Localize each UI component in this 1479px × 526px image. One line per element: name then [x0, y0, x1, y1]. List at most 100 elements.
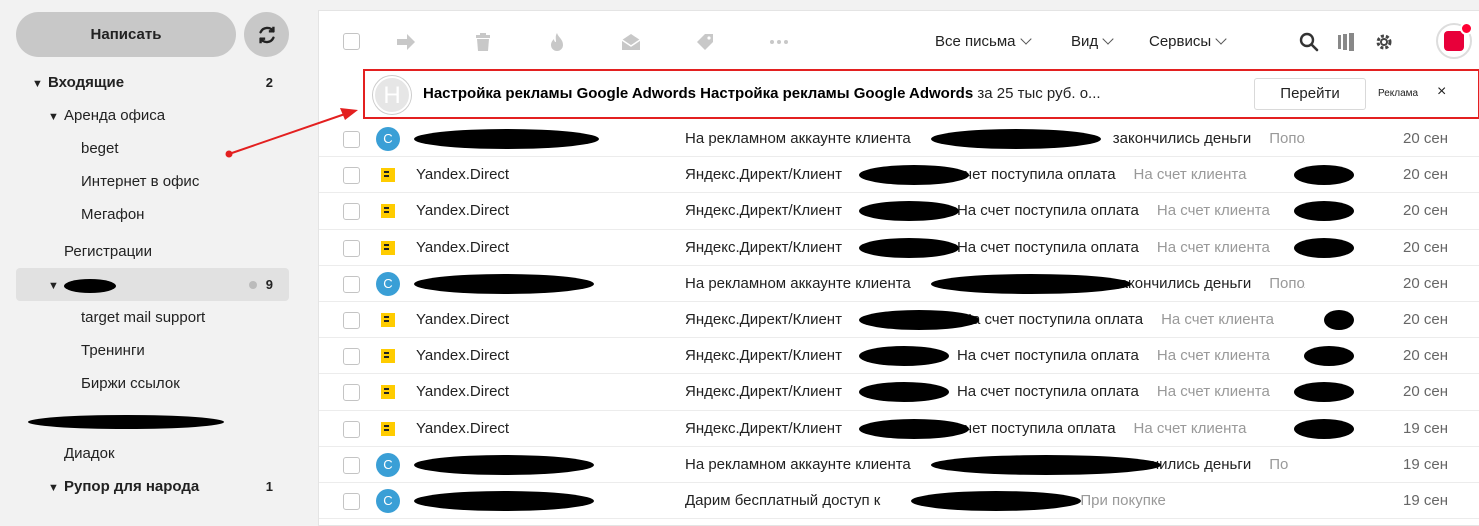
mark-read-icon[interactable] [620, 31, 642, 53]
email-row[interactable]: Yandex.Direct Яндекс.Директ/Клиент На счет… [319, 193, 1479, 230]
email-checkbox[interactable] [343, 384, 360, 402]
email-row[interactable]: Yandex.Direct Яндекс.Директ/Клиент На счет… [319, 230, 1479, 266]
close-icon[interactable]: × [1437, 83, 1446, 101]
unread-count: 1 [265, 479, 273, 494]
folder-rupor[interactable]: ▼ Рупор для народа 1 [16, 470, 289, 503]
search-icon[interactable] [1298, 31, 1320, 53]
folder-office-rent[interactable]: ▼ Аренда офиса [16, 99, 289, 132]
email-checkbox[interactable] [343, 348, 360, 366]
redaction-mark [911, 490, 1081, 511]
email-date: 19 сен [1403, 419, 1448, 437]
ad-banner[interactable]: Н Настройка рекламы Google Adwords Настр… [363, 69, 1479, 119]
email-sender: Yandex.Direct [416, 383, 510, 401]
email-row[interactable]: Yandex.Direct Яндекс.Директ/Клиент счет по… [319, 411, 1479, 447]
email-preview: Попол... [1269, 130, 1305, 147]
email-row[interactable]: С На рекламном аккаунте клиента закончилис… [319, 266, 1479, 302]
folder-internet[interactable]: Интернет в офис [16, 165, 289, 198]
layout-icon[interactable] [1335, 31, 1357, 53]
email-preview: По [1269, 455, 1289, 473]
sidebar: Написать ▼ Входящие 2 ▼ Аренда офиса beget… [0, 0, 305, 526]
collapse-triangle-icon[interactable]: ▼ [48, 101, 64, 134]
email-checkbox[interactable] [343, 167, 360, 185]
email-subject: Яндекс.Директ/Клиент На счет поступила оп… [685, 239, 1305, 256]
email-subject-end: закончились деньги [1112, 274, 1252, 292]
email-row[interactable]: С На рекламном аккаунте клиента закончилис… [319, 121, 1479, 158]
yandex-direct-icon [376, 163, 400, 188]
collapse-triangle-icon[interactable]: ▼ [48, 270, 64, 303]
select-all-checkbox[interactable] [343, 33, 360, 50]
email-subject-end: На счет поступила оплата [956, 238, 1139, 256]
email-checkbox[interactable] [343, 203, 360, 221]
ad-text[interactable]: Настройка рекламы Google Adwords Настрой… [423, 85, 1235, 102]
redaction-mark [1324, 309, 1354, 330]
email-checkbox[interactable] [343, 239, 360, 257]
email-subject: Яндекс.Директ/Клиент На счет поступила оп… [685, 383, 1305, 400]
email-date: 20 сен [1403, 310, 1448, 328]
folder-beget[interactable]: beget [16, 132, 289, 165]
redaction-mark [1304, 346, 1354, 367]
collapse-triangle-icon[interactable]: ▼ [32, 68, 48, 101]
email-subject-start: Яндекс.Директ/Клиент [685, 238, 842, 256]
email-sender: Yandex.Direct [416, 347, 510, 365]
compose-button[interactable]: Написать [16, 12, 236, 57]
email-date: 20 сен [1403, 202, 1448, 220]
email-date: 20 сен [1403, 347, 1448, 365]
delete-icon[interactable] [472, 31, 494, 53]
email-preview: Попол... [1269, 274, 1305, 292]
email-date: 20 сен [1403, 383, 1448, 401]
user-avatar[interactable] [1436, 22, 1473, 59]
folder-megafon[interactable]: Мегафон [16, 198, 289, 231]
chevron-down-icon [1019, 33, 1032, 45]
email-subject-start: Яндекс.Директ/Клиент [685, 419, 842, 437]
services-dropdown[interactable]: Сервисы [1149, 33, 1227, 50]
redaction-mark [931, 454, 1161, 475]
yandex-direct-icon [376, 199, 400, 224]
chevron-down-icon [1102, 33, 1114, 45]
folder-redacted-active[interactable]: ▼ 9 [16, 268, 289, 301]
folder-diadoc[interactable]: Диадок [16, 437, 289, 470]
chevron-down-icon [1215, 33, 1227, 45]
forward-icon[interactable] [395, 31, 417, 53]
unread-count: 9 [265, 277, 273, 292]
more-icon[interactable] [768, 31, 790, 53]
email-sender: Yandex.Direct [416, 419, 510, 437]
email-checkbox[interactable] [343, 131, 360, 148]
folder-inbox[interactable]: ▼ Входящие 2 [16, 66, 289, 99]
refresh-button[interactable] [244, 12, 289, 57]
folder-redacted[interactable] [16, 400, 289, 433]
email-preview: На счет клиента [1161, 310, 1274, 328]
collapse-triangle-icon[interactable]: ▼ [48, 472, 64, 505]
folder-trainings[interactable]: Тренинги [16, 334, 289, 367]
spam-fire-icon[interactable] [546, 31, 568, 53]
folder-target-mail-support[interactable]: target mail support [16, 301, 289, 334]
redaction-mark [414, 454, 594, 475]
email-subject-end: На счет поступила оплата [956, 202, 1139, 220]
email-row[interactable]: Yandex.Direct Яндекс.Директ/Клиент счет по… [319, 157, 1479, 194]
ad-go-button[interactable]: Перейти [1254, 78, 1366, 110]
all-mail-dropdown[interactable]: Все письма [935, 33, 1032, 50]
folder-registrations[interactable]: Регистрации [16, 235, 289, 268]
email-subject-start: На рекламном аккаунте клиента [685, 455, 911, 473]
sender-avatar: С [376, 271, 400, 296]
email-sender: Yandex.Direct [416, 202, 510, 220]
email-sender: Yandex.Direct [416, 310, 510, 328]
email-checkbox[interactable] [343, 311, 360, 329]
email-row[interactable]: Yandex.Direct Яндекс.Директ/Клиент/На сче… [319, 302, 1479, 339]
redaction-mark [1294, 165, 1354, 186]
email-checkbox[interactable] [343, 420, 360, 438]
view-dropdown[interactable]: Вид [1071, 33, 1114, 50]
email-checkbox[interactable] [343, 492, 360, 510]
email-checkbox[interactable] [343, 275, 360, 293]
settings-gear-icon[interactable] [1373, 31, 1395, 53]
email-subject: Яндекс.Директ/Клиент счет поступила оплат… [685, 420, 1305, 437]
email-row[interactable]: Yandex.Direct Яндекс.Директ/Клиент На счет… [319, 374, 1479, 411]
redaction-mark [414, 273, 594, 294]
tag-icon[interactable] [694, 31, 716, 53]
folder-link-exchanges[interactable]: Биржи ссылок [16, 367, 289, 400]
email-row[interactable]: Yandex.Direct Яндекс.Директ/Клиент На счет… [319, 338, 1479, 375]
email-row[interactable]: С Дарим бесплатный доступ к При покупке 19 … [319, 483, 1479, 520]
redaction-mark [859, 237, 959, 258]
toolbar: Все письма Вид Сервисы [319, 11, 1479, 71]
email-row[interactable]: С На рекламном аккаунте клиента закончилис… [319, 447, 1479, 483]
email-checkbox[interactable] [343, 456, 360, 474]
